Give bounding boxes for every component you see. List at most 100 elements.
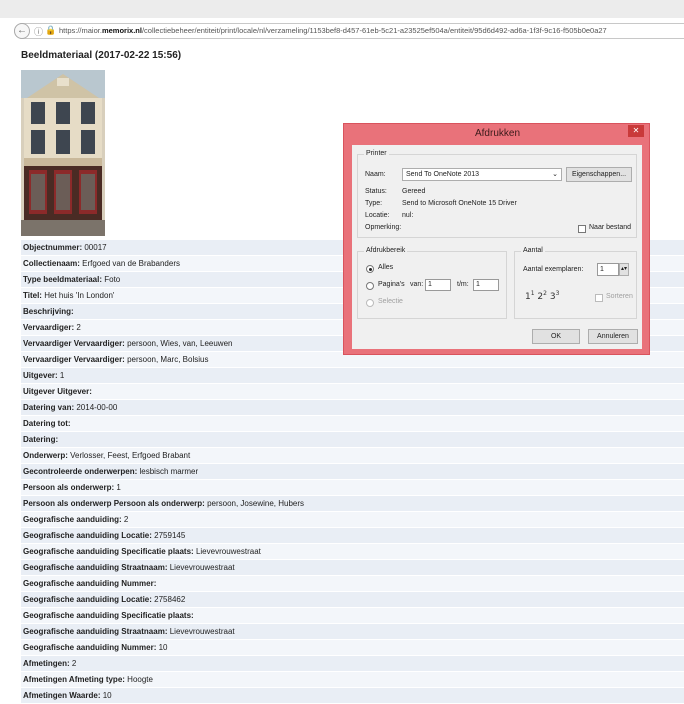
field-row: Afmetingen: 2 <box>21 656 684 672</box>
info-icon[interactable]: ⓘ <box>34 25 43 38</box>
url-text[interactable]: https://maior.memorix.nl/collectiebeheer… <box>59 26 681 35</box>
collate-label: Sorteren <box>606 293 633 300</box>
field-row: Geografische aanduiding Locatie: 2759145 <box>21 528 684 544</box>
field-row: Persoon als onderwerp: 1 <box>21 480 684 496</box>
printer-status-label: Status: <box>365 188 387 195</box>
field-value: persoon, Josewine, Hubers <box>207 499 305 508</box>
print-to-file-checkbox[interactable] <box>578 225 586 233</box>
field-label: Uitgever: <box>23 371 58 380</box>
printer-name-select[interactable]: Send To OneNote 2013 ⌄ <box>402 168 562 181</box>
field-value: 10 <box>102 691 112 700</box>
field-row: Geografische aanduiding Specificatie pla… <box>21 608 684 624</box>
page-title: Beeldmateriaal (2017-02-22 15:56) <box>21 50 182 61</box>
field-value: 2759145 <box>154 531 186 540</box>
field-row: Geografische aanduiding Locatie: 2758462 <box>21 592 684 608</box>
range-all-radio[interactable] <box>366 265 374 273</box>
field-value: Erfgoed van de Brabanders <box>82 259 180 268</box>
url-suffix: /collectiebeheer/entiteit/print/locale/n… <box>141 26 607 35</box>
field-row: Geografische aanduiding: 2 <box>21 512 684 528</box>
copies-group-label: Aantal <box>521 247 545 254</box>
range-pages-radio[interactable] <box>366 282 374 290</box>
field-value: lesbisch marmer <box>139 467 199 476</box>
printer-comment-label: Opmerking: <box>365 224 402 231</box>
properties-button[interactable]: Eigenschappen... <box>566 167 632 182</box>
spinner-icon[interactable]: ▴▾ <box>619 263 629 276</box>
field-value: Verlosser, Feest, Erfgoed Brabant <box>70 451 191 460</box>
range-pages-label: Pagina's <box>378 281 405 288</box>
field-row: Datering: <box>21 432 684 448</box>
field-label: Persoon als onderwerp Persoon als onderw… <box>23 499 205 508</box>
building-photo <box>21 70 105 236</box>
dialog-body: Printer Naam: Send To OneNote 2013 ⌄ Eig… <box>352 145 642 349</box>
field-row: Uitgever Uitgever: <box>21 384 684 400</box>
field-value: Lievevrouwestraat <box>169 563 235 572</box>
field-value: 1 <box>116 483 121 492</box>
copies-group: Aantal Aantal exemplaren: 1 ▴▾ 11 22 33 … <box>514 247 637 319</box>
lock-icon[interactable]: 🔒 <box>45 25 56 36</box>
range-selection-label: Selectie <box>378 298 403 305</box>
field-value: persoon, Wies, van, Leeuwen <box>127 339 233 348</box>
printer-name-label: Naam: <box>365 171 386 178</box>
range-selection-radio[interactable] <box>366 299 374 307</box>
field-label: Vervaardiger Vervaardiger: <box>23 339 125 348</box>
field-value: Lievevrouwestraat <box>195 547 261 556</box>
printer-location-label: Locatie: <box>365 212 390 219</box>
field-label: Datering tot: <box>23 419 71 428</box>
range-all-label: Alles <box>378 264 394 271</box>
field-label: Geografische aanduiding Locatie: <box>23 595 152 604</box>
cancel-button[interactable]: Annuleren <box>588 329 638 344</box>
url-prefix: https://maior. <box>59 26 102 35</box>
field-row: Geografische aanduiding Nummer: <box>21 576 684 592</box>
ok-button[interactable]: OK <box>532 329 580 344</box>
field-label: Objectnummer: <box>23 243 83 252</box>
field-label: Titel: <box>23 291 42 300</box>
field-label: Datering van: <box>23 403 75 412</box>
field-label: Afmetingen Waarde: <box>23 691 101 700</box>
field-row: Uitgever: 1 <box>21 368 684 384</box>
field-row: Geografische aanduiding Nummer: 10 <box>21 640 684 656</box>
range-from-input[interactable]: 1 <box>425 279 451 291</box>
field-label: Type beeldmateriaal: <box>23 275 102 284</box>
field-value: Foto <box>104 275 121 284</box>
field-label: Geografische aanduiding: <box>23 515 122 524</box>
field-row: Onderwerp: Verlosser, Feest, Erfgoed Bra… <box>21 448 684 464</box>
field-value: 10 <box>158 643 168 652</box>
field-row: Persoon als onderwerp Persoon als onderw… <box>21 496 684 512</box>
field-value: 2758462 <box>154 595 186 604</box>
field-label: Onderwerp: <box>23 451 68 460</box>
url-domain: memorix.nl <box>101 26 142 35</box>
field-label: Datering: <box>23 435 59 444</box>
field-label: Collectienaam: <box>23 259 80 268</box>
field-label: Geografische aanduiding Nummer: <box>23 643 157 652</box>
field-label: Gecontroleerde onderwerpen: <box>23 467 138 476</box>
field-row: Afmetingen Afmeting type: Hoogte <box>21 672 684 688</box>
field-label: Persoon als onderwerp: <box>23 483 115 492</box>
print-range-label: Afdrukbereik <box>364 247 408 254</box>
range-from-label: van: <box>410 281 424 288</box>
address-bar[interactable]: ← ⓘ 🔒 https://maior.memorix.nl/collectie… <box>14 23 684 39</box>
printer-status-value: Gereed <box>402 188 426 195</box>
field-value: 2 <box>76 323 81 332</box>
copies-count-input[interactable]: 1 <box>597 263 619 276</box>
field-value: Het huis 'In London' <box>44 291 115 300</box>
field-row: Geografische aanduiding Straatnaam: Liev… <box>21 560 684 576</box>
print-dialog: Afdrukken ✕ Printer Naam: Send To OneNot… <box>343 123 650 355</box>
field-row: Datering van: 2014-00-00 <box>21 400 684 416</box>
field-label: Uitgever Uitgever: <box>23 387 92 396</box>
collate-checkbox[interactable] <box>595 294 603 302</box>
field-value: 2 <box>123 515 129 524</box>
back-arrow-icon[interactable]: ← <box>14 23 30 39</box>
building-photo-svg <box>21 70 105 236</box>
copies-count-label: Aantal exemplaren: <box>523 266 584 273</box>
field-value: 1 <box>59 371 65 380</box>
close-icon[interactable]: ✕ <box>628 125 644 137</box>
field-label: Geografische aanduiding Specificatie pla… <box>23 611 194 620</box>
printer-type-label: Type: <box>365 200 383 207</box>
field-value: persoon, Marc, Bolsius <box>127 355 209 364</box>
field-value: 2014-00-00 <box>76 403 118 412</box>
print-to-file-label: Naar bestand <box>589 224 632 231</box>
field-label: Geografische aanduiding Nummer: <box>23 579 157 588</box>
field-label: Geografische aanduiding Locatie: <box>23 531 152 540</box>
range-to-input[interactable]: 1 <box>473 279 499 291</box>
field-value: 00017 <box>84 243 107 252</box>
